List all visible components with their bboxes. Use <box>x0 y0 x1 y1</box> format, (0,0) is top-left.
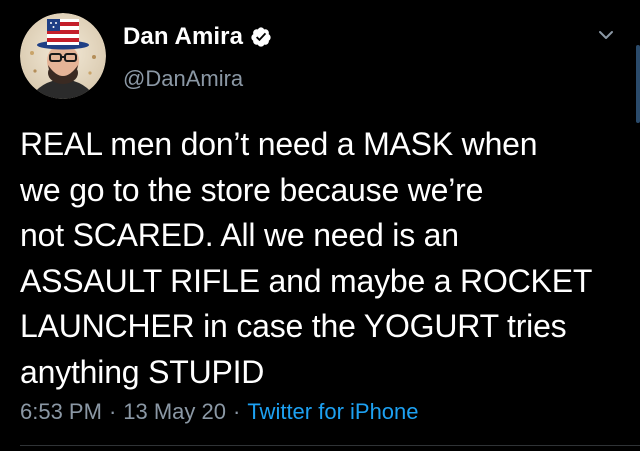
author-info: Dan Amira @DanAmira <box>123 22 272 92</box>
separator: · <box>233 399 241 424</box>
tweet-meta: 6:53 PM · 13 May 20 · Twitter for iPhone <box>20 399 419 425</box>
scrollbar[interactable] <box>636 45 640 123</box>
verified-badge-icon <box>250 26 272 48</box>
avatar-image <box>20 13 106 99</box>
tweet-time[interactable]: 6:53 PM <box>20 399 102 425</box>
chevron-down-icon[interactable] <box>598 28 614 40</box>
source-link[interactable]: Twitter for iPhone <box>247 399 418 425</box>
tweet-card: Dan Amira @DanAmira REAL men don’t need … <box>0 0 640 451</box>
name-row: Dan Amira <box>123 22 272 52</box>
tweet-text: REAL men don’t need a MASK when we go to… <box>20 126 593 390</box>
handle[interactable]: @DanAmira <box>123 66 272 92</box>
divider <box>20 445 640 446</box>
tweet-date[interactable]: 13 May 20 <box>123 399 226 425</box>
display-name[interactable]: Dan Amira <box>123 23 243 51</box>
separator: · <box>108 399 117 424</box>
avatar[interactable] <box>20 13 106 99</box>
